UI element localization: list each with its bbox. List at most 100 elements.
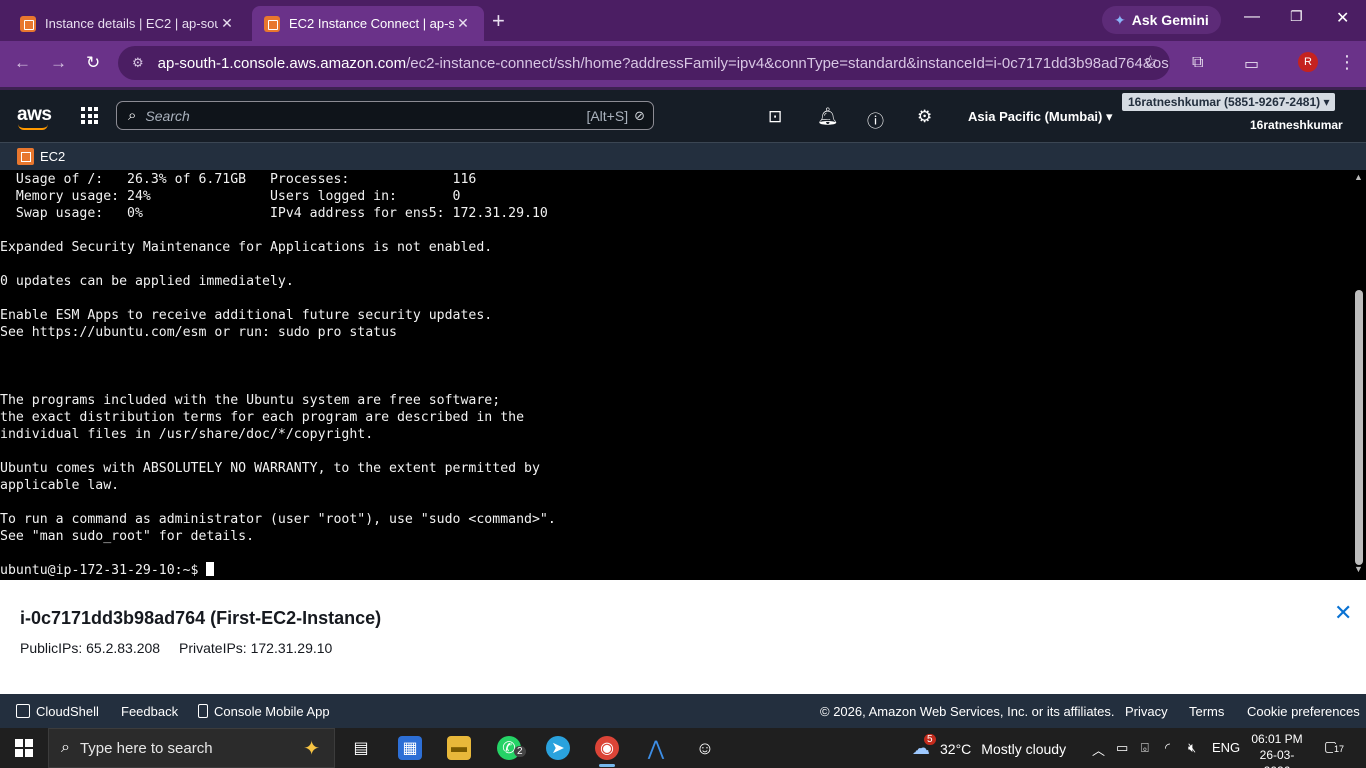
terms-link[interactable]: Terms bbox=[1189, 704, 1224, 719]
terminal-prompt-line[interactable]: ubuntu@ip-172-31-29-10:~$ bbox=[0, 562, 556, 579]
notification-center-icon[interactable]: ▢ 17 bbox=[1324, 738, 1346, 755]
bookmark-star-icon[interactable]: ☆ bbox=[1143, 52, 1158, 72]
ec2-service-link[interactable]: EC2 bbox=[40, 149, 65, 164]
url-domain: ap-south-1.console.aws.amazon.com bbox=[157, 54, 407, 72]
region-selector[interactable]: Asia Pacific (Mumbai) ▾ bbox=[968, 109, 1113, 125]
tab-instance-connect[interactable]: EC2 Instance Connect | ap-south-1 ✕ bbox=[252, 6, 484, 41]
task-view-icon[interactable]: ▤ bbox=[349, 736, 373, 760]
terminal-scrollbar[interactable]: ▲ ▼ bbox=[1352, 170, 1366, 580]
language-indicator[interactable]: ENG bbox=[1212, 740, 1240, 755]
search-placeholder: Search bbox=[145, 107, 190, 124]
weather-condition: Mostly cloudy bbox=[981, 740, 1067, 757]
instance-ips: PublicIPs: 65.2.83.208 PrivateIPs: 172.3… bbox=[20, 640, 332, 656]
address-bar[interactable]: ⚙ ap-south-1.console.aws.amazon.com /ec2… bbox=[118, 46, 1170, 80]
terminal-line: Ubuntu comes with ABSOLUTELY NO WARRANTY… bbox=[0, 461, 540, 476]
clock-time: 06:01 PM bbox=[1251, 732, 1303, 746]
forward-arrow-icon[interactable]: → bbox=[50, 53, 67, 73]
minimize-icon[interactable]: — bbox=[1244, 8, 1260, 26]
scroll-down-icon[interactable]: ▼ bbox=[1354, 564, 1363, 574]
ec2-favicon-icon bbox=[20, 15, 36, 32]
tray-chevron-icon[interactable]: ︿ bbox=[1092, 740, 1105, 759]
notifications-bell-icon[interactable]: 🔔︎ bbox=[817, 107, 839, 127]
cloudshell-link[interactable]: CloudShell bbox=[16, 704, 99, 719]
terminal-cursor bbox=[206, 562, 215, 576]
app-icon[interactable]: ☺ bbox=[693, 736, 717, 760]
feedback-link[interactable]: Feedback bbox=[121, 704, 178, 719]
gemini-sparkle-icon: ✦ bbox=[1114, 11, 1126, 28]
clock[interactable]: 06:01 PM 26-03-2026 bbox=[1250, 731, 1304, 768]
terminal-output: Usage of /: 26.3% of 6.71GB Processes: 1… bbox=[0, 171, 556, 579]
window-close-icon[interactable]: ✕ bbox=[1336, 8, 1349, 28]
help-icon[interactable]: ⓘ bbox=[867, 107, 884, 132]
copyright-text: © 2026, Amazon Web Services, Inc. or its… bbox=[820, 704, 1115, 719]
taskbar-search-placeholder: Type here to search bbox=[79, 739, 213, 757]
mobile-phone-icon bbox=[198, 704, 208, 718]
cookie-preferences-link[interactable]: Cookie preferences bbox=[1247, 704, 1360, 719]
services-grid-icon[interactable] bbox=[81, 107, 98, 124]
extensions-icon[interactable]: ⧉ bbox=[1192, 54, 1203, 72]
whatsapp-badge: 2 bbox=[514, 746, 526, 757]
restore-icon[interactable]: ❐ bbox=[1290, 8, 1303, 25]
privacy-link[interactable]: Privacy bbox=[1125, 704, 1168, 719]
taskbar-search-input[interactable]: ⌕ Type here to search ✦ bbox=[48, 728, 335, 768]
instance-title: i-0c7171dd3b98ad764 (First-EC2-Instance) bbox=[20, 608, 382, 628]
volume-muted-icon[interactable]: 🔇︎ bbox=[1188, 740, 1196, 756]
ask-gemini-button[interactable]: ✦ Ask Gemini bbox=[1102, 6, 1221, 34]
cast-icon[interactable]: ▭ bbox=[1244, 54, 1259, 74]
profile-avatar[interactable]: R bbox=[1298, 52, 1318, 72]
battery-icon[interactable]: ▭ bbox=[1116, 740, 1128, 756]
terminal-line: Memory usage: 24% Users logged in: 0 bbox=[0, 189, 461, 204]
tab-close-icon[interactable]: ✕ bbox=[454, 15, 472, 32]
url-path: /ec2-instance-connect/ssh/home?addressFa… bbox=[406, 54, 1170, 72]
microsoft-store-icon[interactable]: ▦ bbox=[398, 736, 422, 760]
settings-gear-icon[interactable]: ⚙ bbox=[917, 107, 932, 127]
aws-logo-text: aws bbox=[17, 104, 52, 125]
back-arrow-icon[interactable]: ← bbox=[14, 53, 31, 73]
terminal-line: Swap usage: 0% IPv4 address for ens5: 17… bbox=[0, 206, 548, 221]
aws-search-input[interactable]: ⌕ Search [Alt+S] ⊘ bbox=[116, 101, 654, 130]
tab-close-icon[interactable]: ✕ bbox=[218, 15, 236, 32]
browser-tabstrip: Instance details | EC2 | ap-south-1 ✕ EC… bbox=[0, 0, 1366, 41]
aws-top-nav: aws ⌕ Search [Alt+S] ⊘ ⊡ 🔔︎ ⓘ ⚙ Asia Pac… bbox=[0, 87, 1366, 142]
weather-badge: 5 bbox=[924, 734, 936, 745]
shell-prompt: ubuntu@ip-172-31-29-10:~$ bbox=[0, 563, 207, 578]
menu-kebab-icon[interactable]: ⋮ bbox=[1338, 52, 1356, 73]
camera-icon[interactable]: ⌻ bbox=[1141, 740, 1149, 756]
wifi-icon[interactable]: ◜ bbox=[1165, 740, 1170, 756]
telegram-icon[interactable]: ➤ bbox=[546, 736, 570, 760]
temperature: 32°C bbox=[940, 740, 972, 757]
ssh-terminal[interactable]: Usage of /: 26.3% of 6.71GB Processes: 1… bbox=[0, 170, 1352, 580]
site-info-icon[interactable]: ⚙ bbox=[132, 55, 144, 71]
new-tab-button[interactable]: + bbox=[492, 8, 505, 34]
cloudshell-icon[interactable]: ⊡ bbox=[768, 107, 782, 127]
terminal-line: individual files in /usr/share/doc/*/cop… bbox=[0, 427, 374, 442]
mobile-app-label: Console Mobile App bbox=[214, 704, 330, 719]
account-menu[interactable]: 16ratneshkumar (5851-9267-2481) ▾ bbox=[1122, 93, 1336, 111]
reload-icon[interactable]: ↻ bbox=[86, 53, 100, 73]
search-highlight-icon: ✦ bbox=[303, 737, 320, 760]
file-explorer-icon[interactable]: ▬ bbox=[447, 736, 471, 760]
cloudshell-label: CloudShell bbox=[36, 704, 99, 719]
close-panel-icon[interactable]: ✕ bbox=[1334, 600, 1352, 626]
username-label: 16ratneshkumar bbox=[1250, 118, 1343, 132]
tab-instance-details[interactable]: Instance details | EC2 | ap-south-1 ✕ bbox=[8, 6, 248, 41]
aws-smile-icon bbox=[18, 124, 48, 130]
search-icon: ⌕ bbox=[128, 107, 137, 124]
chrome-icon[interactable]: ◉ bbox=[595, 736, 619, 767]
scroll-up-icon[interactable]: ▲ bbox=[1354, 172, 1363, 182]
search-icon: ⌕ bbox=[61, 739, 70, 756]
mobile-app-link[interactable]: Console Mobile App bbox=[198, 704, 330, 719]
search-shortcut-hint: [Alt+S] bbox=[586, 107, 629, 124]
scroll-thumb[interactable] bbox=[1355, 290, 1363, 565]
tab-title: Instance details | EC2 | ap-south-1 bbox=[45, 16, 218, 31]
azure-data-studio-icon[interactable]: ⋀ bbox=[644, 736, 668, 760]
ec2-service-icon bbox=[17, 148, 34, 165]
aws-logo[interactable]: aws bbox=[17, 104, 52, 130]
windows-start-icon[interactable] bbox=[15, 739, 33, 757]
